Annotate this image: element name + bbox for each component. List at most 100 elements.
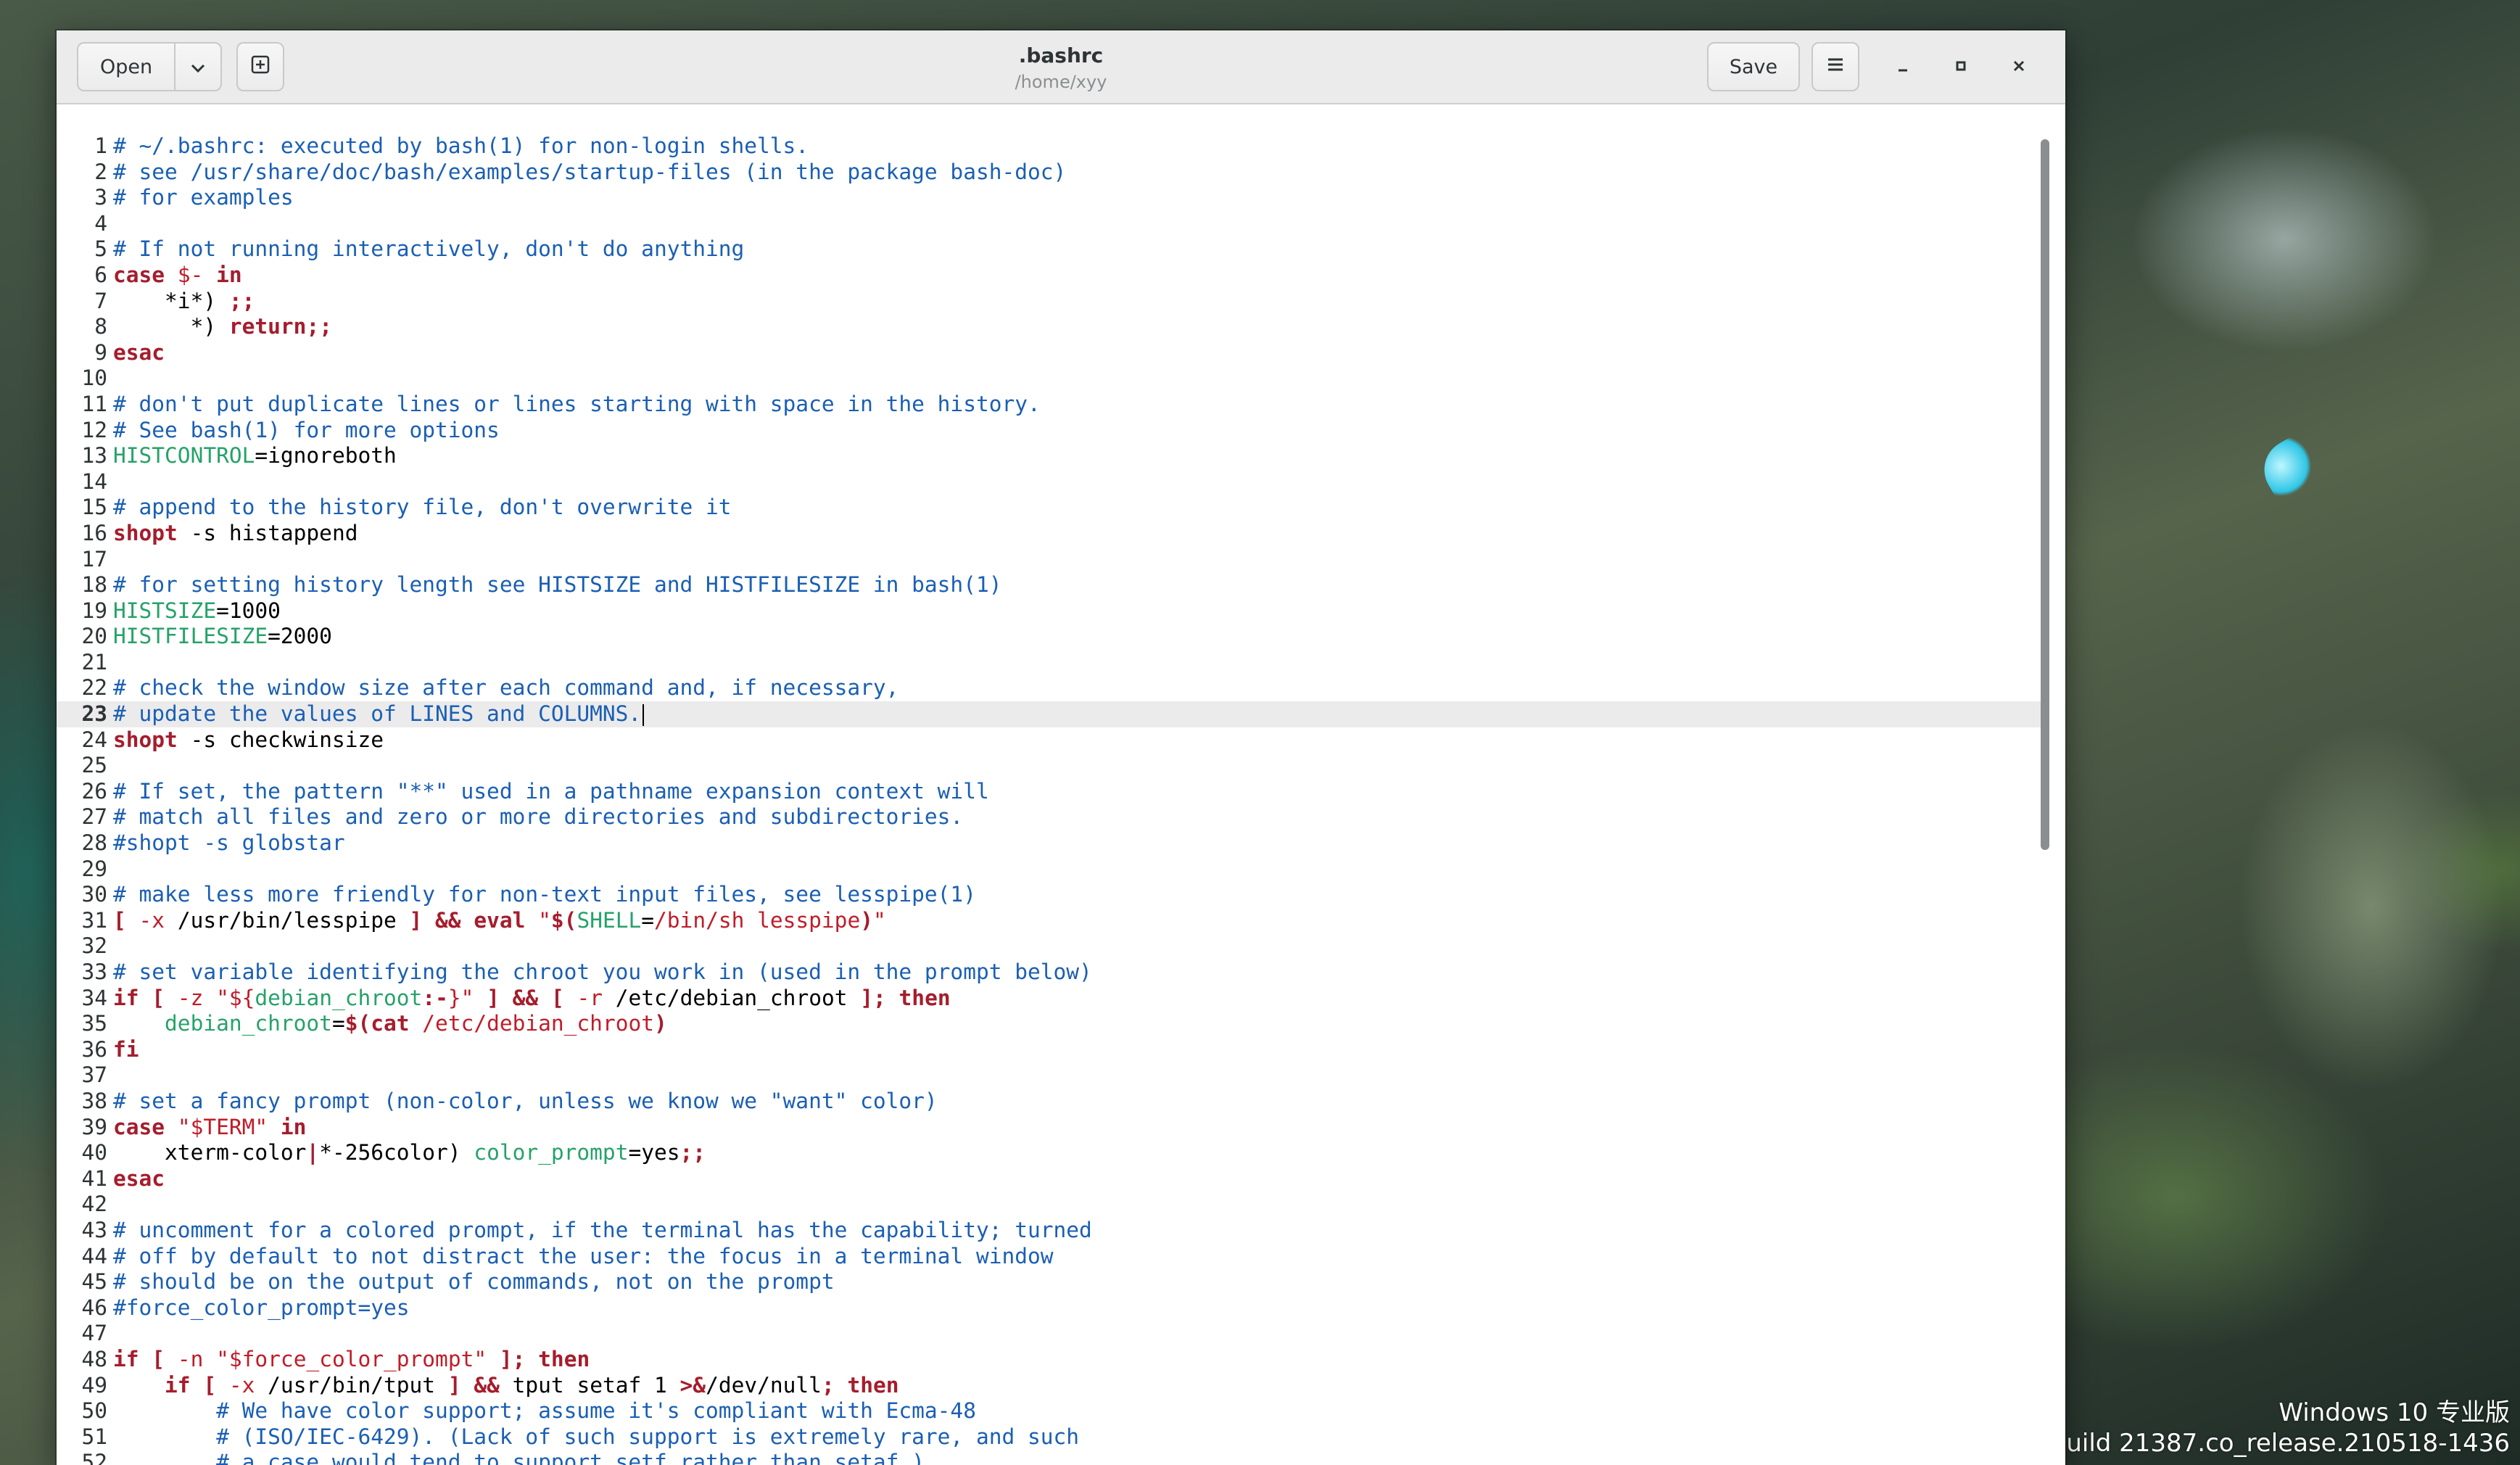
code-line[interactable]: 17 [57, 547, 2044, 573]
code-line[interactable]: 37 [57, 1062, 2044, 1089]
code-line[interactable]: 47 [57, 1321, 2044, 1347]
code-token: "$force_color_prompt" [216, 1346, 487, 1371]
line-number: 7 [94, 288, 107, 313]
code-line[interactable]: 45 # should be on the output of commands,… [57, 1269, 2044, 1295]
code-line[interactable]: 35 debian_chroot=$(cat /etc/debian_chroo… [57, 1011, 2044, 1037]
code-token: ] [487, 985, 500, 1010]
code-line[interactable]: 38 # set a fancy prompt (non-color, unles… [57, 1089, 2044, 1115]
code-line[interactable]: 6 case $- in [57, 263, 2044, 289]
line-code: # ~/.bashrc: executed by bash(1) for non… [113, 133, 809, 160]
close-button[interactable] [2000, 48, 2038, 86]
code-line[interactable]: 5 # If not running interactively, don't d… [57, 236, 2044, 263]
code-line[interactable]: 18 # for setting history length see HISTS… [57, 572, 2044, 598]
code-line[interactable]: 4 [57, 211, 2044, 237]
minimize-button[interactable] [1884, 48, 1922, 86]
code-token: = [331, 1011, 345, 1036]
code-line[interactable]: 32 [57, 933, 2044, 960]
new-document-button[interactable] [236, 42, 284, 91]
code-line[interactable]: 14 [57, 469, 2044, 495]
line-number: 4 [94, 210, 107, 236]
code-line[interactable]: 39 case "$TERM" in [57, 1115, 2044, 1141]
line-code: # a case would tend to support setf rath… [113, 1450, 925, 1465]
code-line[interactable]: 27 # match all files and zero or more dir… [57, 804, 2044, 830]
open-recent-dropdown-button[interactable] [174, 42, 222, 91]
code-line[interactable]: 10 [57, 366, 2044, 392]
code-token: # should be on the output of commands, n… [113, 1269, 835, 1295]
code-line[interactable]: 42 [57, 1192, 2044, 1218]
save-button[interactable]: Save [1707, 42, 1800, 91]
line-code: # set a fancy prompt (non-color, unless … [113, 1089, 938, 1115]
maximize-button[interactable] [1942, 48, 1980, 86]
line-number: 32 [81, 933, 107, 959]
open-button[interactable]: Open [77, 42, 175, 91]
text-editor-area[interactable]: 1 # ~/.bashrc: executed by bash(1) for no… [57, 104, 2065, 1465]
code-line[interactable]: 29 [57, 857, 2044, 883]
code-line[interactable]: 3 # for examples [57, 185, 2044, 211]
code-token: esac [113, 339, 165, 365]
code-line[interactable]: 11 # don't put duplicate lines or lines s… [57, 392, 2044, 418]
code-line[interactable]: 40 xterm-color|*-256color) color_prompt=… [57, 1140, 2044, 1166]
code-line[interactable]: 9 esac [57, 340, 2044, 366]
code-line[interactable]: 22 # check the window size after each com… [57, 675, 2044, 701]
code-line[interactable]: 49 if [ -x /usr/bin/tput ] && tput setaf… [57, 1373, 2044, 1399]
scrollbar-thumb[interactable] [2041, 139, 2049, 850]
code-line[interactable]: 15 # append to the history file, don't ov… [57, 495, 2044, 521]
code-line[interactable]: 1 # ~/.bashrc: executed by bash(1) for no… [57, 133, 2044, 160]
code-line[interactable]: 23 # update the values of LINES and COLUM… [57, 701, 2044, 727]
code-line[interactable]: 48 if [ -n "$force_color_prompt" ]; then [57, 1347, 2044, 1373]
code-line[interactable]: 51 # (ISO/IEC-6429). (Lack of such suppo… [57, 1424, 2044, 1450]
code-token: -x [228, 1372, 255, 1398]
line-code: # append to the history file, don't over… [113, 495, 732, 521]
line-code: shopt -s checkwinsize [113, 727, 384, 754]
code-line[interactable]: 33 # set variable identifying the chroot … [57, 960, 2044, 986]
code-token: then [847, 1372, 899, 1398]
code-line[interactable]: 46 #force_color_prompt=yes [57, 1295, 2044, 1321]
code-line[interactable]: 12 # See bash(1) for more options [57, 418, 2044, 444]
code-token: -n [177, 1346, 204, 1371]
code-token: *-256color) [319, 1140, 474, 1165]
code-line[interactable]: 52 # a case would tend to support setf r… [57, 1450, 2044, 1465]
code-line[interactable]: 43 # uncomment for a colored prompt, if t… [57, 1218, 2044, 1244]
code-line[interactable]: 2 # see /usr/share/doc/bash/examples/star… [57, 160, 2044, 186]
code-line[interactable]: 26 # If set, the pattern "**" used in a p… [57, 779, 2044, 805]
code-line[interactable]: 28 #shopt -s globstar [57, 830, 2044, 857]
line-number: 21 [81, 649, 107, 674]
code-line[interactable]: 44 # off by default to not distract the u… [57, 1244, 2044, 1270]
line-code: HISTCONTROL=ignoreboth [113, 443, 397, 469]
code-line[interactable]: 21 [57, 650, 2044, 676]
main-menu-button[interactable] [1811, 42, 1859, 91]
code-line[interactable]: 8 *) return;; [57, 314, 2044, 340]
code-line[interactable]: 13 HISTCONTROL=ignoreboth [57, 443, 2044, 469]
code-line[interactable]: 41 esac [57, 1166, 2044, 1192]
code-line[interactable]: 31[ -x /usr/bin/lesspipe ] && eval "$(SH… [57, 908, 2044, 934]
code-line[interactable]: 24 shopt -s checkwinsize [57, 727, 2044, 754]
code-token: ] [447, 1372, 461, 1398]
line-number: 35 [81, 1011, 107, 1036]
code-token: /etc/debian_chroot [422, 1011, 654, 1036]
code-line[interactable]: 30 # make less more friendly for non-text… [57, 882, 2044, 908]
code-token: -z [177, 985, 204, 1010]
code-line[interactable]: 7 *i*) ;; [57, 289, 2044, 315]
text-cursor [643, 703, 645, 726]
code-line[interactable]: 20 HISTFILESIZE=2000 [57, 624, 2044, 650]
code-token: then [898, 985, 951, 1010]
code-line[interactable]: 19 HISTSIZE=1000 [57, 598, 2044, 624]
vertical-scrollbar[interactable] [2041, 104, 2060, 1465]
hamburger-menu-icon [1826, 56, 1845, 78]
code-line[interactable]: 25 [57, 753, 2044, 779]
code-line[interactable]: 34 if [ -z "${debian_chroot:-}" ] && [ -r… [57, 986, 2044, 1012]
code-token: -s histappend [177, 520, 358, 545]
code-line[interactable]: 50 # We have color support; assume it's … [57, 1398, 2044, 1424]
chevron-down-icon [191, 56, 205, 78]
line-number: 5 [94, 236, 107, 262]
code-line[interactable]: 36 fi [57, 1037, 2044, 1063]
code-token: debian_chroot [165, 1011, 332, 1036]
code-token: # We have color support; assume it's com… [113, 1398, 976, 1424]
line-code: #force_color_prompt=yes [113, 1295, 410, 1321]
code-line[interactable]: 16 shopt -s histappend [57, 521, 2044, 547]
